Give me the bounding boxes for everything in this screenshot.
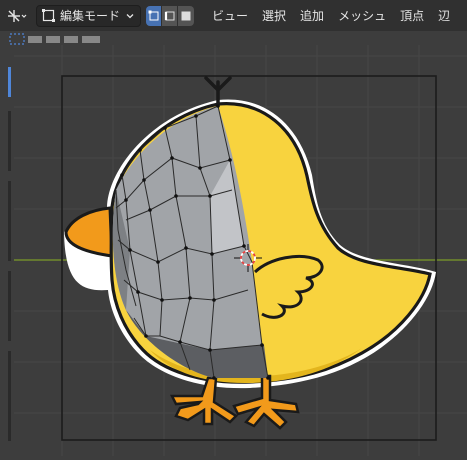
vertex-select-icon [148,10,159,20]
vertex-select-button[interactable] [146,5,163,26]
menu-edge[interactable]: 辺 [438,7,450,24]
tool-settings-strip [0,31,467,45]
mode-label: 編集モード [60,9,121,23]
edge-select-button[interactable] [162,5,179,26]
chevron-down-icon [126,13,134,18]
mode-dropdown[interactable]: 編集モード [36,4,142,27]
face-select-icon [181,11,191,20]
face-select-button[interactable] [178,5,195,26]
menu-view[interactable]: ビュー [212,7,248,24]
transform-pivot-icon [8,9,27,22]
tool-tabs [9,33,100,45]
toolbar-left[interactable] [0,31,14,456]
3d-viewport[interactable] [14,45,467,456]
edit-mode-icon [42,8,55,22]
active-tool-indicator [8,67,11,97]
transform-pivot-dropdown[interactable] [2,5,32,27]
edge-select-icon [164,11,175,20]
menu-select[interactable]: 選択 [262,7,286,24]
editor-header: 編集モード ビュー 選択 追加 メッシュ 頂点 辺 [0,0,467,31]
menu-mesh[interactable]: メッシュ [338,7,386,24]
select-mode-group [146,5,195,26]
menu-vertex[interactable]: 頂点 [400,7,424,24]
menu-add[interactable]: 追加 [300,7,324,24]
